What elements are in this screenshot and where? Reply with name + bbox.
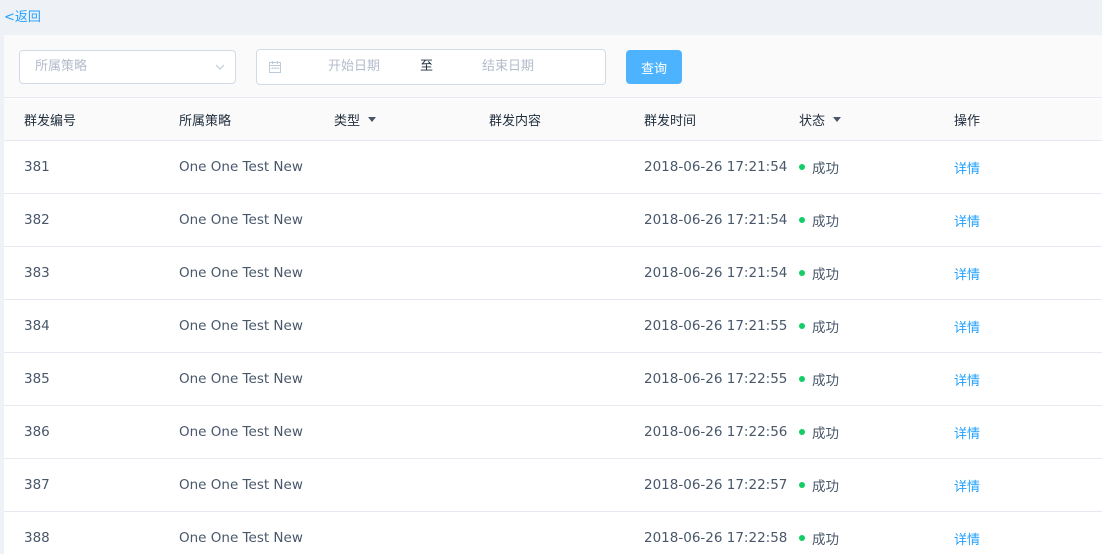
top-bar: <返回 (0, 0, 1102, 35)
detail-link[interactable]: 详情 (954, 158, 980, 177)
column-header-action: 操作 (954, 114, 981, 129)
detail-link[interactable]: 详情 (954, 317, 980, 336)
caret-down-icon[interactable] (833, 117, 842, 122)
broadcast-table: 群发编号 所属策略 类型 群发内容 群发时间 状态 操作 381 One One … (4, 99, 1102, 554)
cell-status: 成功 (799, 353, 839, 405)
detail-link[interactable]: 详情 (954, 211, 980, 230)
status-dot-icon (799, 323, 805, 329)
detail-link[interactable]: 详情 (954, 264, 980, 283)
date-separator: 至 (420, 59, 434, 74)
cell-time: 2018-06-26 17:22:56 (644, 424, 788, 440)
cell-time: 2018-06-26 17:21:54 (644, 212, 788, 228)
status-dot-icon (799, 482, 805, 488)
cell-action: 详情 (954, 512, 980, 554)
cell-action: 详情 (954, 247, 980, 299)
status-label: 成功 (812, 214, 839, 230)
cell-id: 384 (24, 318, 50, 334)
cell-id: 387 (24, 477, 50, 493)
back-link[interactable]: <返回 (4, 6, 41, 25)
cell-status: 成功 (799, 300, 839, 352)
cell-action: 详情 (954, 406, 980, 458)
status-label: 成功 (812, 479, 839, 495)
status-dot-icon (799, 217, 805, 223)
cell-time: 2018-06-26 17:22:57 (644, 477, 788, 493)
cell-status: 成功 (799, 459, 839, 511)
column-header-content: 群发内容 (489, 114, 542, 129)
status-dot-icon (799, 535, 805, 541)
status-label: 成功 (812, 267, 839, 283)
table-row: 383 One One Test New 2018-06-26 17:21:54 成功… (4, 247, 1102, 300)
cell-id: 388 (24, 530, 50, 546)
table-row: 385 One One Test New 2018-06-26 17:22:55 成功… (4, 353, 1102, 406)
cell-status: 成功 (799, 406, 839, 458)
cell-status: 成功 (799, 141, 839, 193)
table-row: 381 One One Test New 2018-06-26 17:21:54 成功… (4, 141, 1102, 194)
cell-status: 成功 (799, 194, 839, 246)
status-label: 成功 (812, 161, 839, 177)
cell-strategy: One One Test New (179, 318, 303, 334)
cell-id: 386 (24, 424, 50, 440)
cell-time: 2018-06-26 17:21:54 (644, 265, 788, 281)
table-row: 384 One One Test New 2018-06-26 17:21:55 成功… (4, 300, 1102, 353)
table-row: 387 One One Test New 2018-06-26 17:22:57 成功… (4, 459, 1102, 512)
column-header-strategy: 所属策略 (179, 114, 232, 129)
filter-toolbar: 所属策略 开始日期 至 结束日期 查询 (4, 35, 1102, 98)
status-dot-icon (799, 429, 805, 435)
cell-strategy: One One Test New (179, 212, 303, 228)
cell-time: 2018-06-26 17:22:55 (644, 371, 788, 387)
cell-strategy: One One Test New (179, 424, 303, 440)
cell-strategy: One One Test New (179, 477, 303, 493)
status-label: 成功 (812, 426, 839, 442)
main-panel: 所属策略 开始日期 至 结束日期 查询 群发编号 所属策略 类型 群发内容 群发… (4, 35, 1102, 554)
strategy-select[interactable]: 所属策略 (19, 50, 236, 84)
status-dot-icon (799, 164, 805, 170)
status-label: 成功 (812, 373, 839, 389)
cell-status: 成功 (799, 512, 839, 554)
table-row: 382 One One Test New 2018-06-26 17:21:54 成功… (4, 194, 1102, 247)
table-header: 群发编号 所属策略 类型 群发内容 群发时间 状态 操作 (4, 99, 1102, 141)
cell-action: 详情 (954, 141, 980, 193)
start-date-input[interactable]: 开始日期 (309, 50, 399, 84)
cell-strategy: One One Test New (179, 371, 303, 387)
status-label: 成功 (812, 532, 839, 548)
cell-strategy: One One Test New (179, 530, 303, 546)
cell-action: 详情 (954, 459, 980, 511)
cell-strategy: One One Test New (179, 265, 303, 281)
date-range-picker[interactable]: 开始日期 至 结束日期 (256, 49, 606, 85)
column-header-time: 群发时间 (644, 114, 697, 129)
status-dot-icon (799, 376, 805, 382)
cell-status: 成功 (799, 247, 839, 299)
cell-id: 383 (24, 265, 50, 281)
detail-link[interactable]: 详情 (954, 529, 980, 548)
column-header-type[interactable]: 类型 (334, 99, 377, 140)
detail-link[interactable]: 详情 (954, 423, 980, 442)
detail-link[interactable]: 详情 (954, 370, 980, 389)
cell-action: 详情 (954, 353, 980, 405)
table-row: 388 One One Test New 2018-06-26 17:22:58 成功… (4, 512, 1102, 554)
status-dot-icon (799, 270, 805, 276)
end-date-input[interactable]: 结束日期 (463, 50, 553, 84)
cell-time: 2018-06-26 17:22:58 (644, 530, 788, 546)
cell-time: 2018-06-26 17:21:54 (644, 159, 788, 175)
caret-down-icon[interactable] (368, 117, 377, 122)
calendar-icon (269, 61, 281, 73)
cell-action: 详情 (954, 300, 980, 352)
cell-action: 详情 (954, 194, 980, 246)
column-header-status[interactable]: 状态 (799, 99, 842, 140)
table-body: 381 One One Test New 2018-06-26 17:21:54 成功… (4, 141, 1102, 554)
query-button[interactable]: 查询 (626, 50, 682, 84)
cell-id: 382 (24, 212, 50, 228)
column-header-id: 群发编号 (24, 114, 77, 129)
cell-id: 385 (24, 371, 50, 387)
cell-strategy: One One Test New (179, 159, 303, 175)
cell-id: 381 (24, 159, 50, 175)
chevron-down-icon (215, 64, 225, 70)
cell-time: 2018-06-26 17:21:55 (644, 318, 788, 334)
detail-link[interactable]: 详情 (954, 476, 980, 495)
table-row: 386 One One Test New 2018-06-26 17:22:56 成功… (4, 406, 1102, 459)
strategy-select-placeholder: 所属策略 (35, 59, 88, 74)
status-label: 成功 (812, 320, 839, 336)
